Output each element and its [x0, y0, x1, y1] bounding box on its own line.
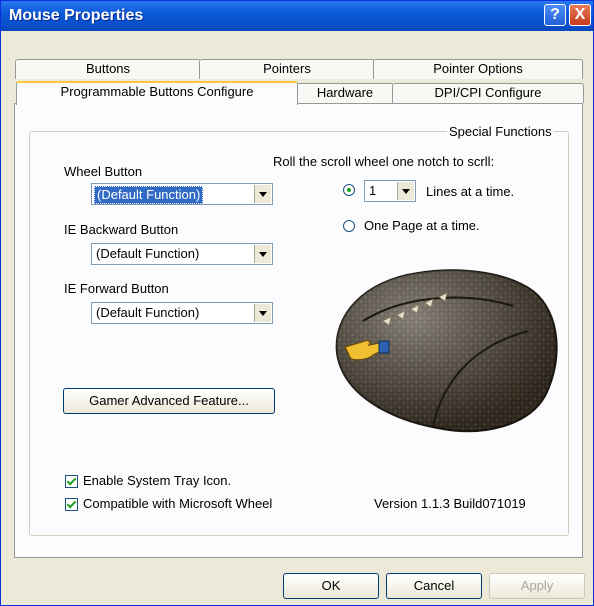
ie-backward-value: (Default Function)	[96, 246, 200, 261]
mouse-image	[335, 269, 558, 433]
title-bar[interactable]: Mouse Properties ? X	[1, 1, 593, 31]
wheel-button-label: Wheel Button	[64, 164, 143, 179]
tab-pointers[interactable]: Pointers	[199, 59, 375, 79]
tab-programmable-buttons[interactable]: Programmable Buttons Configure	[16, 81, 298, 105]
tab-hardware[interactable]: Hardware	[296, 83, 394, 103]
gamer-advanced-button[interactable]: Gamer Advanced Feature...	[63, 388, 275, 414]
help-button[interactable]: ?	[544, 4, 566, 26]
lines-radio[interactable]	[343, 184, 355, 196]
lines-count-select[interactable]: 1	[364, 180, 416, 202]
ie-backward-select[interactable]: (Default Function)	[91, 243, 273, 265]
wheel-button-select[interactable]: (Default Function)	[91, 183, 273, 205]
tray-icon-checkbox[interactable]	[65, 475, 78, 488]
wheel-button-value: (Default Function)	[94, 186, 204, 204]
lines-count-value: 1	[369, 183, 377, 198]
apply-button[interactable]: Apply	[489, 573, 585, 599]
page-label: One Page at a time.	[364, 218, 480, 233]
ie-forward-select[interactable]: (Default Function)	[91, 302, 273, 324]
ie-forward-value: (Default Function)	[96, 305, 200, 320]
page-radio[interactable]	[343, 220, 355, 232]
chevron-down-icon[interactable]	[254, 304, 271, 322]
special-functions-label: Special Functions	[447, 124, 554, 139]
ok-button[interactable]: OK	[283, 573, 379, 599]
cancel-button[interactable]: Cancel	[386, 573, 482, 599]
ie-forward-label: IE Forward Button	[64, 281, 169, 296]
ie-backward-label: IE Backward Button	[64, 222, 179, 237]
lines-label: Lines at a time.	[426, 184, 515, 199]
tray-icon-label: Enable System Tray Icon.	[83, 473, 232, 488]
tab-pointer-options[interactable]: Pointer Options	[373, 59, 583, 79]
tab-buttons[interactable]: Buttons	[15, 59, 201, 79]
chevron-down-icon[interactable]	[254, 245, 271, 263]
mouse-properties-window: Mouse Properties ? X Buttons Pointers Po…	[0, 0, 594, 606]
ms-wheel-label: Compatible with Microsoft Wheel	[83, 496, 273, 511]
scroll-instruction-label: Roll the scroll wheel one notch to scrll…	[273, 154, 495, 169]
version-label: Version 1.1.3 Build071019	[374, 496, 526, 511]
ms-wheel-checkbox[interactable]	[65, 498, 78, 511]
window-title: Mouse Properties	[9, 7, 144, 24]
tab-dpi-configure[interactable]: DPI/CPI Configure	[392, 83, 584, 103]
close-button[interactable]: X	[569, 4, 591, 26]
chevron-down-icon[interactable]	[397, 182, 414, 200]
chevron-down-icon[interactable]	[254, 185, 271, 203]
